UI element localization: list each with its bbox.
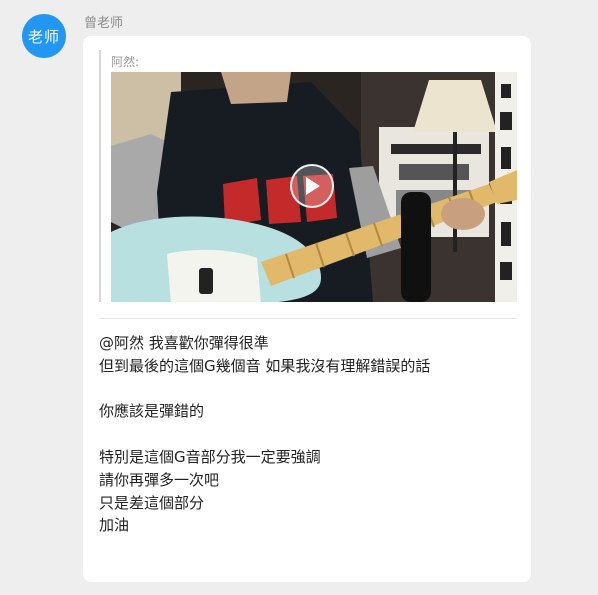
play-icon: [303, 176, 321, 196]
message-bubble: 阿然: @阿然 我喜歡你彈得很準 但到最後的這個G幾個音 如果我沒有理解錯誤的話…: [83, 36, 531, 582]
divider: [99, 318, 517, 319]
message-text: @阿然 我喜歡你彈得很準 但到最後的這個G幾個音 如果我沒有理解錯誤的話 你應該…: [99, 332, 519, 537]
sender-name: 曾老师: [84, 16, 124, 31]
message-line: 請你再彈多一次吧: [99, 470, 220, 489]
message-line: @阿然 我喜歡你彈得很準: [99, 334, 269, 352]
quoted-message[interactable]: 阿然:: [99, 50, 519, 302]
message-line: [99, 378, 519, 401]
quote-author: 阿然:: [111, 55, 140, 69]
message-line: [99, 423, 519, 446]
video-thumbnail[interactable]: [111, 72, 517, 302]
avatar[interactable]: 老师: [22, 14, 66, 58]
message-line: 只是差這個部分: [99, 493, 205, 512]
message-line: 加油: [99, 516, 130, 535]
message-line: 但到最後的這個G幾個音 如果我沒有理解錯誤的話: [99, 356, 431, 375]
message-line: 你應該是彈錯的: [99, 402, 205, 421]
play-button[interactable]: [290, 164, 334, 208]
message-line: 特別是這個G音部分我一定要強調: [99, 447, 321, 466]
